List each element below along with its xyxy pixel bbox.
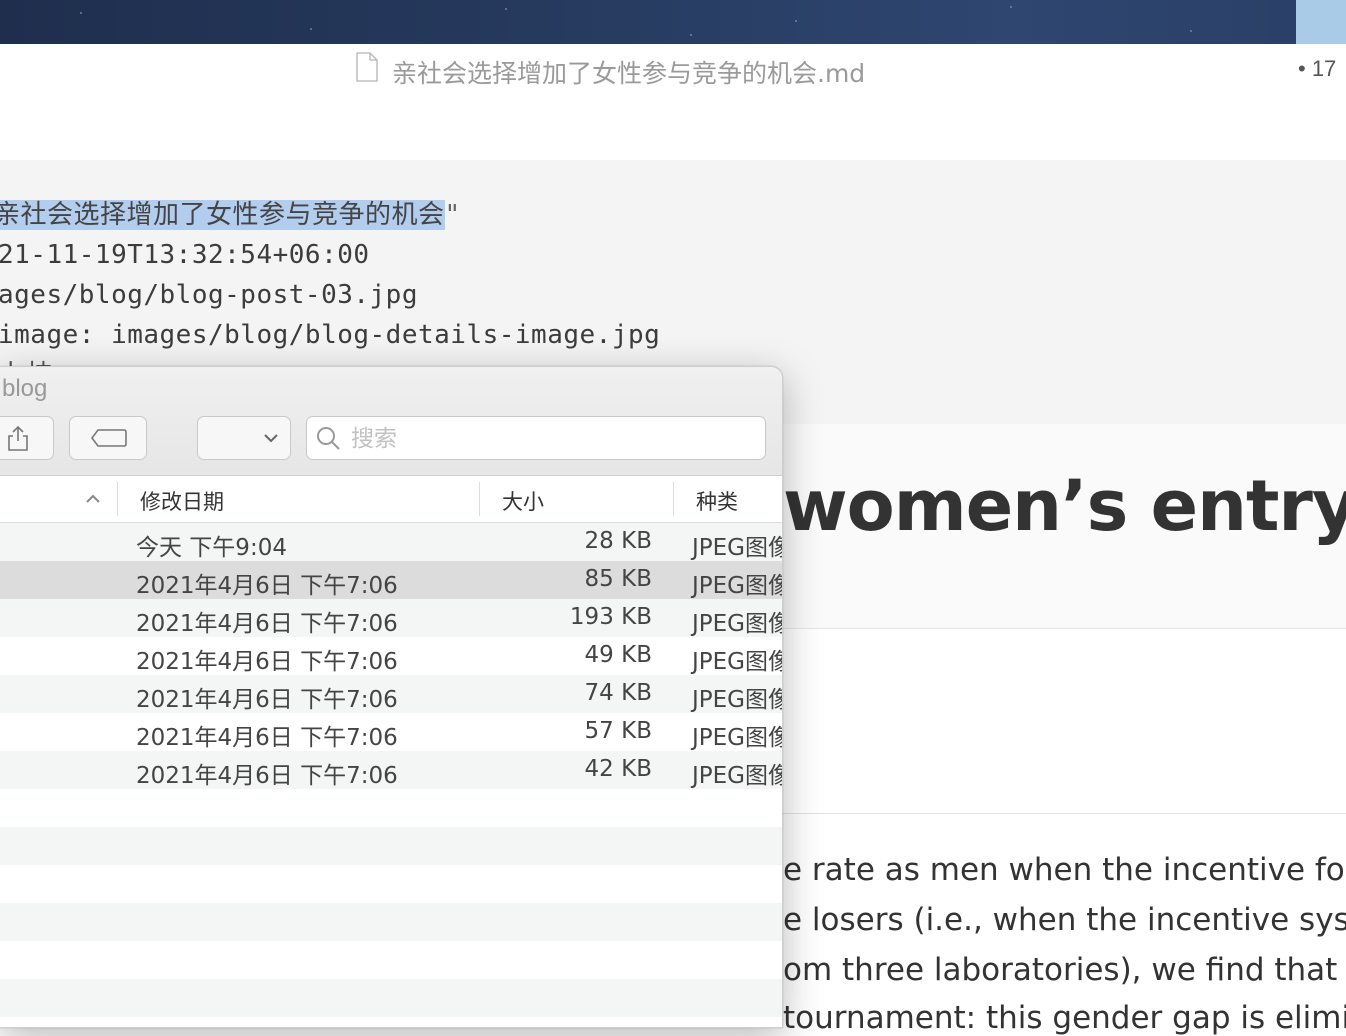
- body-text-line[interactable]: tournament: this gender gap is elimin: [783, 1000, 1346, 1036]
- file-size: 74 KB: [584, 680, 652, 706]
- file-row[interactable]: 2021年4月6日 下午7:06 42 KB JPEG图像: [0, 751, 782, 789]
- file-list[interactable]: 今天 下午9:04 28 KB JPEG图像 2021年4月6日 下午7:06 …: [0, 523, 782, 1027]
- file-modified-date: 2021年4月6日 下午7:06: [136, 763, 398, 789]
- empty-row: [0, 979, 782, 1017]
- file-modified-date: 今天 下午9:04: [136, 535, 287, 561]
- column-header-size[interactable]: 大小: [502, 486, 544, 516]
- column-separator[interactable]: [479, 482, 480, 516]
- empty-row: [0, 941, 782, 979]
- file-size: 49 KB: [584, 642, 652, 668]
- file-row[interactable]: 今天 下午9:04 28 KB JPEG图像: [0, 523, 782, 561]
- file-modified-date: 2021年4月6日 下午7:06: [136, 649, 398, 675]
- file-modified-date: 2021年4月6日 下午7:06: [136, 725, 398, 751]
- document-title: 亲社会选择增加了女性参与竞争的机会.md: [392, 59, 866, 88]
- body-text-line[interactable]: e losers (i.e., when the incentive syste…: [783, 902, 1346, 938]
- search-field[interactable]: [306, 416, 766, 461]
- body-text-line[interactable]: om three laboratories), we find that ab: [783, 952, 1346, 988]
- frontmatter-title-line[interactable]: 亲社会选择增加了女性参与竞争的机会": [0, 194, 461, 231]
- column-separator[interactable]: [117, 482, 118, 516]
- file-kind: JPEG图像: [692, 763, 783, 789]
- file-kind: JPEG图像: [692, 687, 783, 713]
- file-size: 193 KB: [569, 604, 652, 630]
- empty-row: [0, 789, 782, 827]
- empty-row: [0, 865, 782, 903]
- search-input[interactable]: [349, 417, 753, 461]
- file-modified-date: 2021年4月6日 下午7:06: [136, 573, 398, 599]
- file-row-selected[interactable]: 2021年4月6日 下午7:06 85 KB JPEG图像: [0, 561, 782, 599]
- file-row[interactable]: 2021年4月6日 下午7:06 74 KB JPEG图像: [0, 675, 782, 713]
- file-kind: JPEG图像: [692, 573, 783, 599]
- empty-row: [0, 1017, 782, 1027]
- file-size: 85 KB: [584, 566, 652, 592]
- file-kind: JPEG图像: [692, 535, 783, 561]
- selected-text[interactable]: 亲社会选择增加了女性参与竞争的机会: [0, 200, 445, 230]
- finder-toolbar: blog: [0, 367, 782, 476]
- finder-window-title: blog: [2, 375, 48, 402]
- word-count[interactable]: • 17: [1298, 56, 1336, 82]
- column-header-row: 修改日期 大小 种类: [0, 476, 782, 523]
- desktop-background: [0, 0, 1346, 44]
- frontmatter-image-line[interactable]: ages/blog/blog-post-03.jpg: [0, 280, 418, 310]
- view-options-button[interactable]: [197, 416, 291, 460]
- file-size: 57 KB: [584, 718, 652, 744]
- share-icon: [8, 425, 28, 451]
- tag-button[interactable]: [69, 416, 147, 460]
- file-row[interactable]: 2021年4月6日 下午7:06 49 KB JPEG图像: [0, 637, 782, 675]
- background-window-edge: [1296, 0, 1346, 44]
- article-heading[interactable]: women’s entry: [783, 465, 1346, 547]
- column-separator[interactable]: [673, 482, 674, 516]
- file-size: 42 KB: [584, 756, 652, 782]
- chevron-down-icon: [264, 434, 278, 443]
- search-icon: [317, 427, 340, 450]
- file-kind: JPEG图像: [692, 611, 783, 637]
- file-size: 28 KB: [584, 528, 652, 554]
- file-kind: JPEG图像: [692, 649, 783, 675]
- column-header-kind[interactable]: 种类: [696, 486, 738, 516]
- file-row[interactable]: 2021年4月6日 下午7:06 57 KB JPEG图像: [0, 713, 782, 751]
- column-header-date[interactable]: 修改日期: [140, 486, 224, 516]
- tag-icon: [91, 429, 127, 447]
- body-text-line[interactable]: e rate as men when the incentive for: [783, 852, 1346, 888]
- finder-window[interactable]: blog 修: [0, 366, 783, 1028]
- frontmatter-date-line[interactable]: 21-11-19T13:32:54+06:00: [0, 240, 370, 270]
- file-modified-date: 2021年4月6日 下午7:06: [136, 611, 398, 637]
- frontmatter-bg-image-line[interactable]: image: images/blog/blog-details-image.jp…: [0, 320, 660, 350]
- empty-row: [0, 903, 782, 941]
- editor-titlebar: 亲社会选择增加了女性参与竞争的机会.md • 17: [0, 44, 1346, 92]
- file-row[interactable]: 2021年4月6日 下午7:06 193 KB JPEG图像: [0, 599, 782, 637]
- document-icon: [356, 52, 378, 82]
- empty-row: [0, 827, 782, 865]
- file-kind: JPEG图像: [692, 725, 783, 751]
- sort-ascending-icon[interactable]: [84, 490, 102, 508]
- share-button[interactable]: [0, 416, 54, 460]
- file-modified-date: 2021年4月6日 下午7:06: [136, 687, 398, 713]
